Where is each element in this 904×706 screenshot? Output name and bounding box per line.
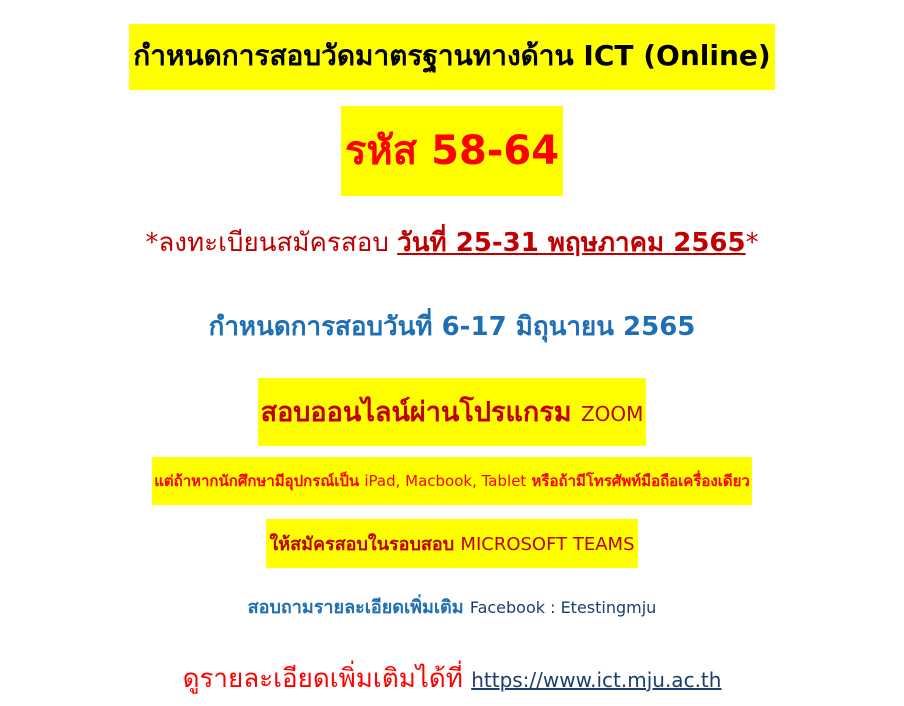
registration-prefix: *ลงทะเบียนสมัครสอบ: [145, 228, 398, 258]
teams-note-line: ให้สมัครสอบในรอบสอบ MICROSOFT TEAMS: [0, 519, 904, 568]
online-program-text: สอบออนไลน์ผ่านโปรแกรม: [260, 397, 581, 428]
registration-line: *ลงทะเบียนสมัครสอบ วันที่ 25-31 พฤษภาคม …: [0, 222, 904, 263]
device-note-highlight: แต่ถ้าหากนักศึกษามีอุปกรณ์เป็น iPad, Mac…: [152, 457, 752, 505]
more-info-line: ดูรายละเอียดเพิ่มเติมได้ที่ https://www.…: [0, 658, 904, 699]
teams-note-text: ให้สมัครสอบในรอบสอบ: [269, 534, 461, 555]
program-teams: MICROSOFT TEAMS: [460, 534, 635, 555]
program-zoom: ZOOM: [580, 402, 644, 426]
contact-line: สอบถามรายละเอียดเพิ่มเติม Facebook : Ete…: [0, 592, 904, 621]
device-list: iPad, Macbook, Tablet: [364, 472, 527, 490]
device-note-part2: หรือถ้ามีโทรศัพท์มือถือเครื่องเดียว: [526, 472, 750, 490]
device-note-part1: แต่ถ้าหากนักศึกษามีอุปกรณ์เป็น: [154, 472, 365, 490]
registration-suffix: *: [745, 228, 759, 258]
device-note-line: แต่ถ้าหากนักศึกษามีอุปกรณ์เป็น iPad, Mac…: [0, 457, 904, 505]
online-program-highlight: สอบออนไลน์ผ่านโปรแกรม ZOOM: [257, 378, 647, 446]
online-program-line: สอบออนไลน์ผ่านโปรแกรม ZOOM: [0, 378, 904, 446]
registration-dates: วันที่ 25-31 พฤษภาคม 2565: [397, 228, 746, 258]
contact-text: สอบถามรายละเอียดเพิ่มเติม: [247, 597, 470, 618]
facebook-contact: Facebook : Etestingmju: [469, 598, 657, 617]
exam-schedule: กำหนดการสอบวันที่ 6-17 มิถุนายน 2565: [208, 312, 696, 342]
website-link[interactable]: https://www.ict.mju.ac.th: [471, 668, 721, 692]
code-line: รหัส 58-64: [0, 106, 904, 196]
page-title: กำหนดการสอบวัดมาตรฐานทางด้าน ICT (Online…: [129, 24, 775, 90]
title-line: กำหนดการสอบวัดมาตรฐานทางด้าน ICT (Online…: [0, 24, 904, 90]
teams-note-highlight: ให้สมัครสอบในรอบสอบ MICROSOFT TEAMS: [266, 519, 638, 568]
exam-code: รหัส 58-64: [340, 106, 564, 196]
more-info-text: ดูรายละเอียดเพิ่มเติมได้ที่: [182, 664, 472, 694]
